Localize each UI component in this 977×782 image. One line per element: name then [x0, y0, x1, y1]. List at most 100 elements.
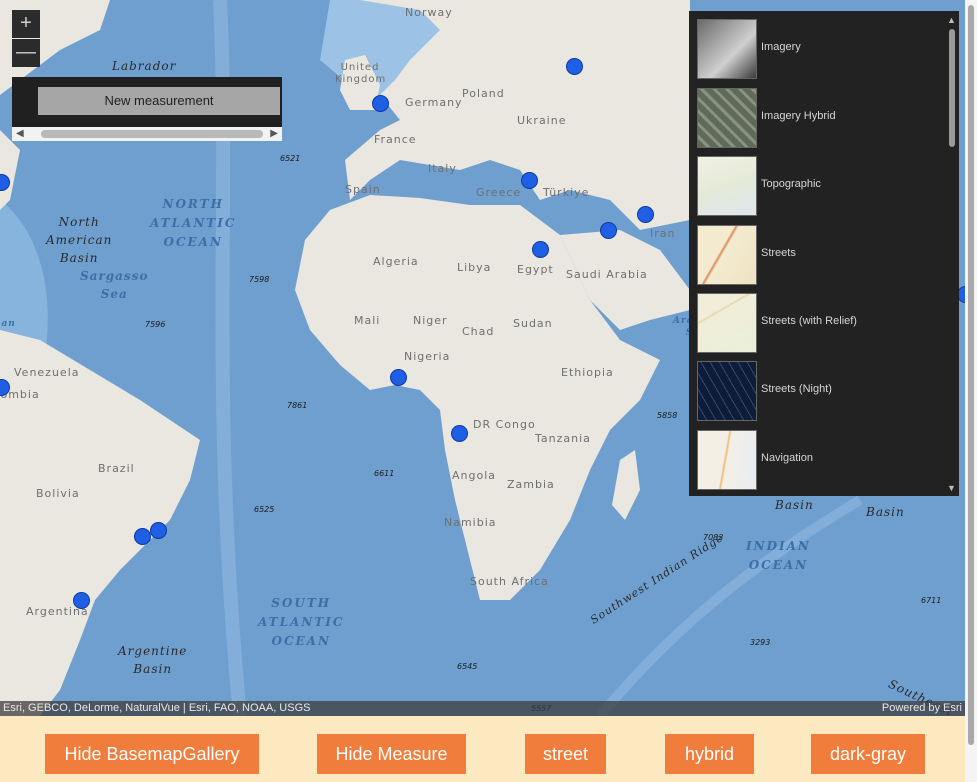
map-label: United Kingdom — [335, 62, 387, 85]
map-marker[interactable] — [372, 95, 389, 112]
map-label: Sudan — [513, 317, 553, 330]
map-marker[interactable] — [521, 172, 538, 189]
imagery-hybrid-thumbnail — [697, 88, 757, 148]
map-label: Ukraine — [517, 114, 567, 127]
map-marker[interactable] — [390, 369, 407, 386]
basemap-item-streets-night[interactable]: Streets (Night) — [697, 361, 937, 421]
map-label: Nigeria — [404, 350, 451, 363]
page-scrollbar[interactable] — [965, 0, 977, 782]
depth-label: 3293 — [750, 638, 771, 647]
basemap-item-imagery[interactable]: Imagery — [697, 19, 937, 79]
depth-label: 6521 — [280, 154, 301, 163]
feature-label: Labrador — [112, 59, 177, 73]
zoom-in-button[interactable]: + — [12, 10, 40, 38]
depth-label: 6545 — [457, 662, 478, 671]
basemap-item-label: Streets (with Relief) — [761, 315, 857, 327]
map-label: Norway — [405, 6, 453, 19]
map-label: Libya — [457, 261, 492, 274]
map-label: France — [374, 133, 417, 146]
basemap-item-topographic[interactable]: Topographic — [697, 156, 937, 216]
scroll-up-icon[interactable]: ▲ — [947, 15, 956, 25]
basemap-item-label: Imagery Hybrid — [761, 110, 836, 122]
scroll-left-icon[interactable]: ◀ — [16, 128, 24, 139]
map-label: Greece — [476, 186, 522, 199]
map-label: Bolivia — [36, 487, 80, 500]
map-marker[interactable] — [451, 425, 468, 442]
depth-label: 6525 — [254, 505, 275, 514]
depth-label: 7083 — [703, 533, 724, 542]
hide-measure-button[interactable]: Hide Measure — [317, 734, 466, 774]
depth-label: 7861 — [287, 401, 308, 410]
feature-label: Basin — [866, 505, 905, 519]
map-marker[interactable] — [73, 592, 90, 609]
map-marker[interactable] — [150, 522, 167, 539]
map-attribution: Esri, GEBCO, DeLorme, NaturalVue | Esri,… — [0, 701, 965, 716]
map-label: Mali — [354, 314, 381, 327]
map-label: Spain — [345, 183, 381, 196]
feature-label: Argentine Basin — [118, 644, 188, 676]
scrollbar-thumb[interactable] — [41, 130, 263, 138]
map-label: Zambia — [507, 478, 555, 491]
sea-label: Caribbean Sea — [0, 319, 16, 329]
attribution-text: Esri, GEBCO, DeLorme, NaturalVue | Esri,… — [3, 702, 311, 714]
map-label: Venezuela — [14, 366, 80, 379]
ocean-label: INDIAN OCEAN — [746, 539, 811, 572]
dark-gray-button[interactable]: dark-gray — [811, 734, 925, 774]
map-label: Algeria — [373, 255, 419, 268]
map-label: Tanzania — [535, 432, 591, 445]
zoom-out-button[interactable]: — — [12, 39, 40, 67]
hide-basemap-gallery-button[interactable]: Hide BasemapGallery — [45, 734, 259, 774]
measure-scrollbar[interactable]: ◀ ▶ — [12, 127, 282, 141]
streets-relief-thumbnail — [697, 293, 757, 353]
basemap-item-label: Topographic — [761, 178, 821, 190]
depth-label: 6711 — [921, 596, 942, 605]
map-label: Iran — [650, 227, 676, 240]
topographic-thumbnail — [697, 156, 757, 216]
basemap-item-streets-relief[interactable]: Streets (with Relief) — [697, 293, 937, 353]
ocean-label: SOUTH ATLANTIC OCEAN — [258, 596, 345, 648]
street-button[interactable]: street — [525, 734, 606, 774]
hybrid-button[interactable]: hybrid — [665, 734, 754, 774]
map-label: Brazil — [98, 462, 135, 475]
map-label: Egypt — [517, 263, 554, 276]
scrollbar-thumb[interactable] — [949, 29, 955, 147]
scrollbar-thumb[interactable] — [968, 5, 974, 745]
map-label: Saudi Arabia — [566, 268, 648, 281]
basemap-item-streets[interactable]: Streets — [697, 225, 937, 285]
powered-by-link[interactable]: Powered by Esri — [882, 701, 962, 716]
basemap-item-navigation[interactable]: Navigation — [697, 430, 937, 490]
scroll-right-icon[interactable]: ▶ — [270, 128, 278, 139]
map-label: Namibia — [444, 516, 497, 529]
ocean-label: NORTH ATLANTIC OCEAN — [150, 197, 237, 249]
new-measurement-button[interactable]: New measurement — [38, 87, 280, 115]
map-marker[interactable] — [134, 528, 151, 545]
basemap-item-label: Navigation — [761, 452, 813, 464]
measure-widget: New measurement ◀ ▶ — [12, 77, 282, 141]
basemap-item-label: Imagery — [761, 41, 801, 53]
depth-label: 5858 — [657, 411, 678, 420]
map-label: Niger — [413, 314, 448, 327]
map-label: Poland — [462, 87, 505, 100]
streets-night-thumbnail — [697, 361, 757, 421]
basemap-item-label: Streets — [761, 247, 796, 259]
navigation-thumbnail — [697, 430, 757, 490]
map-label: Chad — [462, 325, 495, 338]
map-label: Germany — [405, 96, 463, 109]
scroll-down-icon[interactable]: ▼ — [947, 483, 956, 493]
depth-label: 7596 — [145, 320, 166, 329]
sea-label: Sargasso Sea — [80, 269, 149, 301]
map-label: Italy — [428, 162, 457, 175]
map-marker[interactable] — [600, 222, 617, 239]
basemap-gallery: Imagery Imagery Hybrid Topographic Stree… — [689, 11, 959, 496]
map-label: South Africa — [470, 575, 549, 588]
gallery-scrollbar[interactable]: ▲ ▼ — [947, 15, 956, 493]
imagery-thumbnail — [697, 19, 757, 79]
map-label: Türkiye — [543, 186, 590, 199]
map-marker[interactable] — [566, 58, 583, 75]
map-marker[interactable] — [532, 241, 549, 258]
map-marker[interactable] — [637, 206, 654, 223]
basemap-item-imagery-hybrid[interactable]: Imagery Hybrid — [697, 88, 937, 148]
map-view[interactable]: Norway United Kingdom Poland Germany Ukr… — [0, 0, 965, 716]
map-label: Ethiopia — [561, 366, 614, 379]
depth-label: 7598 — [249, 275, 270, 284]
